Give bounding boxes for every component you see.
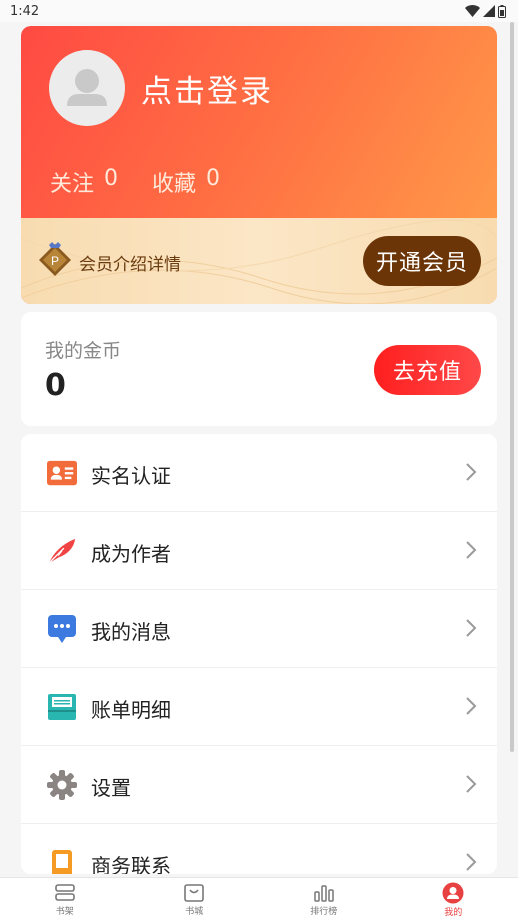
status-time: 1:42: [10, 3, 40, 19]
menu-item-bills[interactable]: 账单明细: [21, 668, 497, 746]
menu-label: 商务联系: [91, 854, 171, 874]
open-vip-button[interactable]: 开通会员: [363, 236, 481, 286]
tab-label: 我的: [444, 907, 463, 918]
menu-label: 我的消息: [91, 620, 171, 644]
menu-item-become-author[interactable]: 成为作者: [21, 512, 497, 590]
status-bar: 1:42: [0, 0, 518, 22]
menu-item-settings[interactable]: 设置: [21, 746, 497, 824]
chevron-right-icon: [466, 775, 477, 793]
bill-icon: [47, 692, 77, 722]
chevron-right-icon: [466, 697, 477, 715]
profile-card: 点击登录 关注 0 收藏 0 P 会员介绍详情 开通会员: [21, 26, 497, 304]
vip-badge-letter: P: [51, 254, 59, 268]
profile-stats: 关注 0 收藏 0: [50, 166, 220, 198]
avatar[interactable]: [49, 50, 125, 126]
tab-bookstore[interactable]: 书城: [130, 878, 260, 921]
chevron-right-icon: [466, 619, 477, 637]
tab-label: 书架: [55, 906, 74, 917]
menu-list: 实名认证 成为作者 我的消息 账单明细 设置 商务联系: [21, 434, 497, 874]
menu-label: 设置: [91, 776, 131, 800]
message-icon: [47, 614, 77, 644]
profile-icon: [442, 882, 464, 903]
login-link[interactable]: 点击登录: [141, 66, 273, 111]
menu-label: 实名认证: [91, 464, 171, 488]
coin-label: 我的金币: [45, 340, 122, 362]
tab-label: 排行榜: [310, 906, 338, 917]
business-icon: [47, 848, 77, 874]
tab-mine[interactable]: 我的: [389, 878, 518, 921]
recharge-button[interactable]: 去充值: [374, 345, 481, 395]
chevron-right-icon: [466, 463, 477, 481]
signal-icon: [483, 5, 495, 17]
battery-icon: [498, 4, 506, 18]
status-icons: [465, 4, 506, 18]
coin-card: 我的金币 0 去充值: [21, 312, 497, 426]
ranking-icon: [314, 884, 334, 902]
bookshelf-icon: [54, 883, 75, 901]
gear-icon: [47, 770, 77, 800]
favorite-label: 收藏: [152, 172, 197, 197]
chevron-right-icon: [466, 541, 477, 559]
tab-bookshelf[interactable]: 书架: [0, 878, 130, 921]
menu-item-business-contact[interactable]: 商务联系: [21, 824, 497, 874]
wifi-icon: [465, 5, 480, 17]
coin-value: 0: [45, 368, 66, 403]
feather-icon: [47, 536, 77, 566]
vip-diamond-icon: P: [37, 242, 73, 282]
menu-label: 账单明细: [91, 698, 171, 722]
follow-stat[interactable]: 关注 0: [50, 166, 118, 198]
menu-label: 成为作者: [91, 542, 171, 566]
bottom-tab-bar: 书架 书城 排行榜 我的: [0, 877, 518, 921]
bookstore-icon: [184, 883, 205, 902]
follow-count: 0: [104, 166, 119, 191]
favorite-count: 0: [206, 166, 221, 191]
menu-item-messages[interactable]: 我的消息: [21, 590, 497, 668]
chevron-right-icon: [466, 853, 477, 871]
follow-label: 关注: [50, 172, 95, 197]
tab-ranking[interactable]: 排行榜: [259, 878, 389, 921]
avatar-placeholder-icon: [67, 69, 107, 106]
favorite-stat[interactable]: 收藏 0: [152, 166, 220, 198]
vip-banner: P 会员介绍详情 开通会员: [21, 218, 497, 304]
menu-item-verification[interactable]: 实名认证: [21, 434, 497, 512]
scrollbar[interactable]: [510, 22, 514, 752]
id-card-icon: [47, 458, 77, 488]
tab-label: 书城: [185, 906, 204, 917]
vip-intro-link[interactable]: 会员介绍详情: [79, 250, 181, 275]
